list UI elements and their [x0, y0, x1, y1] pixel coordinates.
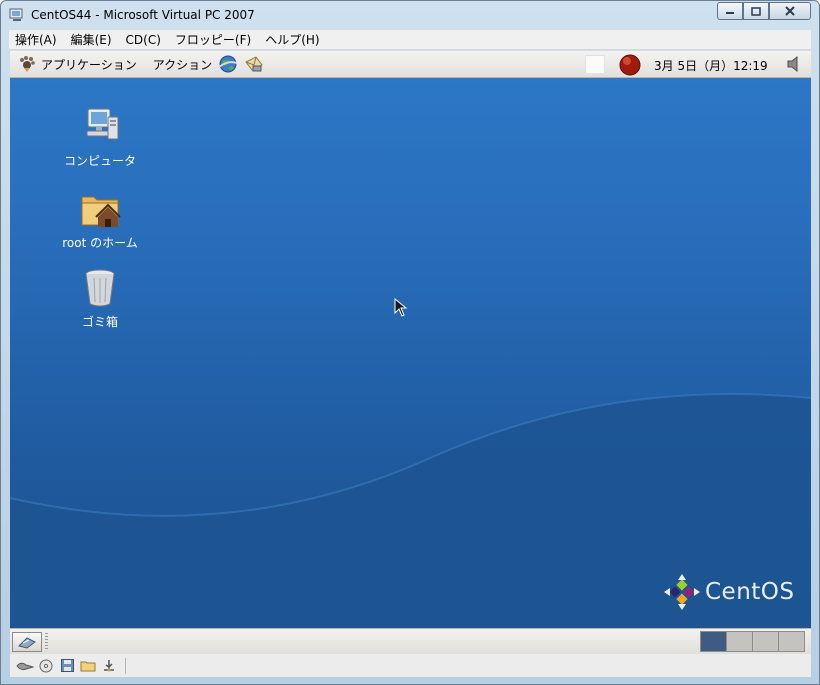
web-browser-icon[interactable] [218, 54, 238, 74]
usb-icon [104, 659, 114, 671]
menu-edit[interactable]: 編集(E) [71, 31, 112, 48]
desktop-icon-home[interactable]: root のホーム [50, 187, 150, 251]
gnome-top-panel: アプリケーション アクション 3月 5日（月）12:19 [10, 51, 811, 78]
menu-floppy[interactable]: フロッピー(F) [175, 31, 251, 48]
network-status[interactable] [16, 659, 34, 673]
vpc-window: CentOS44 - Microsoft Virtual PC 2007 操作(… [0, 0, 820, 685]
gnome-bottom-panel [10, 628, 811, 654]
centos-logo: CentOS [662, 572, 795, 612]
virtual-pc-icon [9, 8, 23, 21]
show-desktop-icon [18, 637, 36, 649]
update-alert-icon[interactable] [619, 54, 641, 76]
vpc-menu-bar: 操作(A) 編集(E) CD(C) フロッピー(F) ヘルプ(H) [9, 30, 811, 50]
maximize-icon [751, 6, 761, 16]
guest-screen[interactable]: アプリケーション アクション 3月 5日（月）12:19 コンピュータ root… [10, 51, 811, 677]
close-icon [785, 6, 795, 16]
mail-icon[interactable] [244, 54, 264, 74]
shared-folder-status[interactable] [79, 659, 97, 673]
desktop-icon-computer[interactable]: コンピュータ [50, 105, 150, 169]
close-button[interactable] [769, 2, 811, 20]
computer-icon [86, 108, 119, 140]
workspace-switcher [700, 631, 805, 652]
desktop[interactable]: コンピュータ root のホーム ゴミ箱 CentOS [10, 78, 811, 628]
notification-area[interactable] [585, 55, 605, 74]
network-icon [16, 662, 34, 670]
minimize-button[interactable] [717, 2, 743, 20]
workspace-4[interactable] [778, 631, 805, 652]
workspace-2[interactable] [726, 631, 753, 652]
panel-drag-handle[interactable] [45, 633, 48, 651]
desktop-icon-trash[interactable]: ゴミ箱 [50, 266, 150, 330]
vpc-status-bar [10, 654, 811, 677]
workspace-1[interactable] [700, 631, 727, 652]
desktop-icon-label: ゴミ箱 [81, 315, 118, 329]
workspace-3[interactable] [752, 631, 779, 652]
caption-buttons [717, 2, 811, 20]
shared-folder-icon [80, 661, 96, 671]
show-desktop-button[interactable] [12, 632, 42, 652]
minimize-icon [726, 12, 734, 14]
window-title: CentOS44 - Microsoft Virtual PC 2007 [31, 8, 255, 22]
floppy-status[interactable] [58, 659, 76, 673]
volume-icon[interactable] [786, 55, 802, 73]
cd-status[interactable] [37, 659, 55, 673]
cd-icon [39, 659, 53, 672]
home-folder-icon [81, 196, 121, 227]
trash-icon [85, 269, 115, 307]
status-separator [125, 657, 126, 674]
applications-menu-label: アプリケーション [41, 57, 137, 72]
actions-menu[interactable]: アクション [153, 56, 212, 73]
menu-help[interactable]: ヘルプ(H) [265, 31, 319, 48]
menu-cd[interactable]: CD(C) [126, 33, 161, 47]
actions-menu-label: アクション [152, 57, 213, 72]
mouse-pointer-icon [394, 298, 408, 317]
applications-menu[interactable]: アプリケーション [18, 55, 137, 73]
desktop-icon-label: コンピュータ [63, 154, 136, 168]
gnome-foot-icon [20, 56, 35, 72]
usb-status[interactable] [100, 659, 118, 673]
floppy-icon [60, 659, 74, 672]
title-bar[interactable]: CentOS44 - Microsoft Virtual PC 2007 [1, 1, 819, 29]
panel-clock[interactable]: 3月 5日（月）12:19 [654, 57, 768, 74]
centos-emblem-icon [664, 574, 700, 610]
maximize-button[interactable] [743, 2, 769, 20]
desktop-icon-label: root のホーム [62, 236, 138, 250]
menu-action[interactable]: 操作(A) [15, 31, 57, 48]
centos-logo-text: CentOS [705, 579, 795, 605]
